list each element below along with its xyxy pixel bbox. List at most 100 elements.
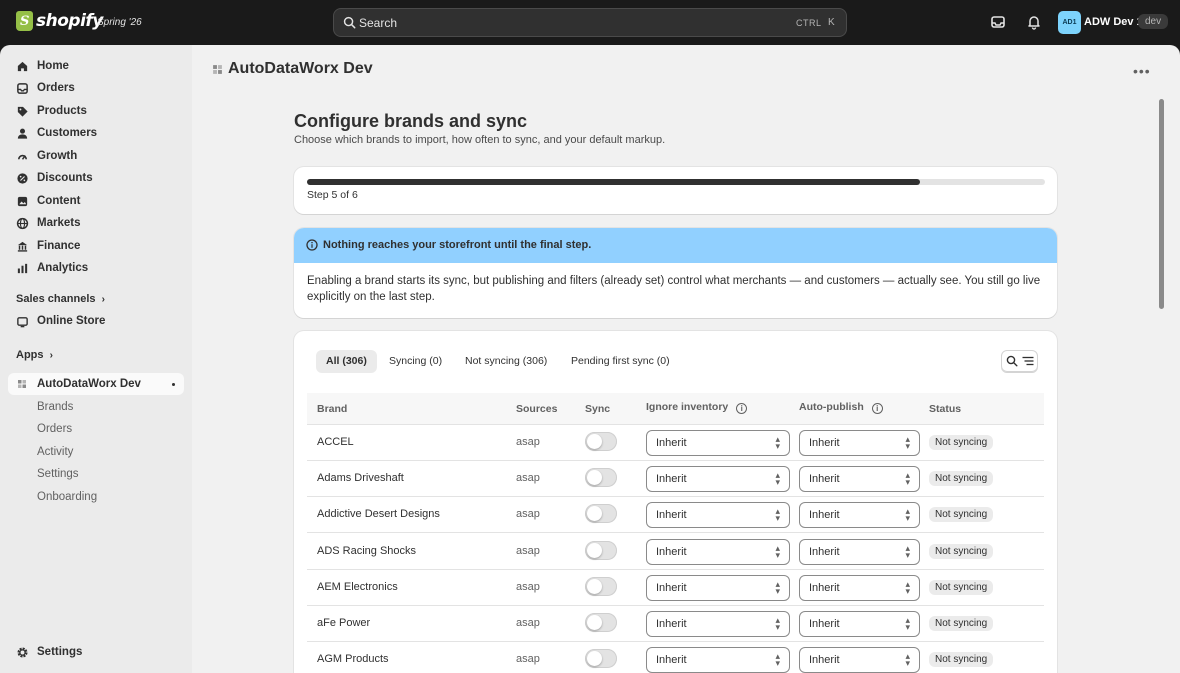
sidebar-item-customers[interactable]: Customers bbox=[8, 122, 184, 144]
status-badge: Not syncing bbox=[929, 507, 994, 523]
customers-icon bbox=[17, 128, 28, 139]
table-row: aFe Power asap Inherit ▴ ▾ Inherit ▴ ▾ Not synci… bbox=[307, 606, 1044, 642]
apps-heading[interactable]: Apps › bbox=[16, 349, 53, 361]
column-header-auto-publish: Auto-publish i bbox=[799, 401, 883, 414]
tab-not-syncing[interactable]: Not syncing (306) bbox=[455, 350, 557, 373]
status-badge: Not syncing bbox=[929, 543, 994, 559]
table-row: ADS Racing Shocks asap Inherit ▴ ▾ Inherit ▴ ▾ N… bbox=[307, 534, 1044, 570]
status-badge: Not syncing bbox=[929, 616, 994, 631]
pin-dot-icon[interactable] bbox=[172, 383, 175, 386]
column-header-ignore-inventory: Ignore inventory i bbox=[646, 401, 748, 414]
tab-pending-first-sync[interactable]: Pending first sync (0) bbox=[561, 350, 680, 373]
sidebar-subitem-orders[interactable]: Orders bbox=[37, 423, 72, 435]
sync-toggle[interactable] bbox=[585, 576, 617, 596]
sync-toggle[interactable] bbox=[585, 504, 617, 524]
banner-header: Nothing reaches your storefront until th… bbox=[294, 228, 1057, 263]
bell-icon[interactable] bbox=[1026, 14, 1042, 30]
scrollbar[interactable] bbox=[1158, 97, 1165, 669]
ignore-inventory-select[interactable]: Inherit ▴ ▾ bbox=[646, 502, 790, 529]
auto-publish-select[interactable]: Inherit ▴ ▾ bbox=[799, 502, 920, 529]
select-value: Inherit bbox=[656, 437, 687, 449]
search-placeholder: Search bbox=[359, 16, 398, 30]
select-chevron-icon: ▴ ▾ bbox=[775, 578, 780, 596]
more-options-icon[interactable]: ••• bbox=[1133, 63, 1151, 79]
ignore-inventory-select[interactable]: Inherit ▴ ▾ bbox=[646, 466, 790, 493]
search-icon bbox=[1006, 355, 1018, 367]
sidebar-item-discounts[interactable]: Discounts bbox=[8, 167, 184, 189]
top-bar: shopify Spring '26 Search CTRL K AD1 ADW… bbox=[0, 0, 1180, 45]
toggle-knob bbox=[587, 651, 602, 667]
sync-toggle[interactable] bbox=[585, 613, 617, 632]
markets-icon bbox=[16, 217, 29, 229]
chevron-right-icon: › bbox=[49, 350, 53, 361]
sidebar-item-label: Settings bbox=[37, 646, 83, 658]
auto-publish-select[interactable]: Inherit ▴ ▾ bbox=[799, 647, 920, 673]
auto-publish-select[interactable]: Inherit ▴ ▾ bbox=[799, 574, 920, 601]
sidebar-item-analytics[interactable]: Analytics bbox=[8, 257, 184, 279]
ignore-inventory-select[interactable]: Inherit ▴ ▾ bbox=[646, 647, 790, 673]
select-value: Inherit bbox=[656, 654, 687, 667]
sync-toggle[interactable] bbox=[585, 432, 617, 451]
sidebar-item-label: Orders bbox=[37, 82, 75, 94]
auto-publish-select[interactable]: Inherit ▴ ▾ bbox=[799, 611, 920, 637]
toggle-knob bbox=[587, 506, 602, 522]
sidebar-item-online-store[interactable]: Online Store bbox=[8, 310, 184, 332]
search-icon bbox=[343, 16, 356, 29]
page-title: Configure brands and sync bbox=[294, 111, 528, 131]
ignore-inventory-select[interactable]: Inherit ▴ ▾ bbox=[646, 611, 790, 637]
shopify-logo[interactable]: shopify bbox=[16, 11, 103, 31]
tab-all[interactable]: All (306) bbox=[316, 350, 377, 373]
table-row: Adams Driveshaft asap Inherit ▴ ▾ Inherit ▴ ▾ No… bbox=[307, 461, 1044, 498]
sidebar-app-autodataworx[interactable]: AutoDataWorx Dev bbox=[8, 373, 184, 395]
sidebar-item-markets[interactable]: Markets bbox=[8, 212, 184, 234]
sidebar-item-label: Home bbox=[37, 60, 69, 72]
table-header: Brand Sources Sync Ignore inventory i Aut… bbox=[307, 393, 1044, 425]
auto-publish-select[interactable]: Inherit ▴ ▾ bbox=[799, 538, 920, 565]
sidebar-item-growth[interactable]: Growth bbox=[8, 145, 184, 167]
select-value: Inherit bbox=[809, 437, 840, 449]
sales-channels-heading[interactable]: Sales channels › bbox=[16, 293, 105, 305]
column-header-brand[interactable]: Brand bbox=[317, 403, 347, 415]
column-header-label: Auto-publish bbox=[799, 401, 864, 413]
orders-icon bbox=[17, 82, 28, 94]
avatar[interactable]: AD1 bbox=[1058, 11, 1081, 34]
sync-toggle[interactable] bbox=[585, 540, 617, 560]
tab-syncing[interactable]: Syncing (0) bbox=[379, 350, 452, 373]
sidebar-item-orders[interactable]: Orders bbox=[8, 77, 184, 99]
sync-toggle[interactable] bbox=[585, 468, 617, 488]
info-icon[interactable]: i bbox=[736, 403, 748, 414]
sidebar-item-products[interactable]: Products bbox=[8, 100, 184, 122]
source-name: asap bbox=[516, 544, 540, 557]
store-name[interactable]: ADW Dev 1 bbox=[1084, 16, 1143, 28]
select-chevron-icon: ▴ ▾ bbox=[905, 651, 910, 669]
info-icon[interactable]: i bbox=[871, 403, 883, 414]
auto-publish-select[interactable]: Inherit ▴ ▾ bbox=[799, 430, 920, 456]
sidebar-subitem-onboarding[interactable]: Onboarding bbox=[37, 491, 97, 503]
sidebar-item-finance[interactable]: Finance bbox=[8, 235, 184, 257]
ignore-inventory-select[interactable]: Inherit ▴ ▾ bbox=[646, 430, 790, 456]
sidebar-subitem-activity[interactable]: Activity bbox=[37, 446, 73, 458]
ignore-inventory-select[interactable]: Inherit ▴ ▾ bbox=[646, 574, 790, 601]
select-chevron-icon: ▴ ▾ bbox=[905, 542, 910, 560]
step-indicator: Step 5 of 6 bbox=[307, 189, 358, 201]
inbox-icon[interactable] bbox=[990, 14, 1006, 30]
sync-toggle[interactable] bbox=[585, 649, 617, 669]
search-bar[interactable]: Search CTRL K bbox=[333, 8, 847, 37]
brand-name: Addictive Desert Designs bbox=[317, 508, 440, 521]
progress-bar-fill bbox=[307, 179, 920, 185]
sidebar-item-settings[interactable]: Settings bbox=[8, 641, 184, 663]
search-filter-button[interactable] bbox=[1001, 350, 1038, 372]
apps-label: Apps bbox=[16, 349, 44, 361]
sidebar-item-content[interactable]: Content bbox=[8, 190, 184, 212]
auto-publish-select[interactable]: Inherit ▴ ▾ bbox=[799, 466, 920, 493]
sidebar-item-home[interactable]: Home bbox=[8, 55, 184, 77]
app-title: AutoDataWorx Dev bbox=[228, 60, 373, 77]
sidebar-subitem-brands[interactable]: Brands bbox=[37, 401, 73, 413]
select-value: Inherit bbox=[656, 545, 687, 558]
scrollbar-thumb[interactable] bbox=[1159, 99, 1164, 309]
sidebar-subitem-settings[interactable]: Settings bbox=[37, 468, 79, 480]
ignore-inventory-select[interactable]: Inherit ▴ ▾ bbox=[646, 538, 790, 565]
select-chevron-icon: ▴ ▾ bbox=[905, 434, 910, 451]
toggle-knob bbox=[587, 615, 602, 630]
select-value: Inherit bbox=[809, 473, 840, 486]
